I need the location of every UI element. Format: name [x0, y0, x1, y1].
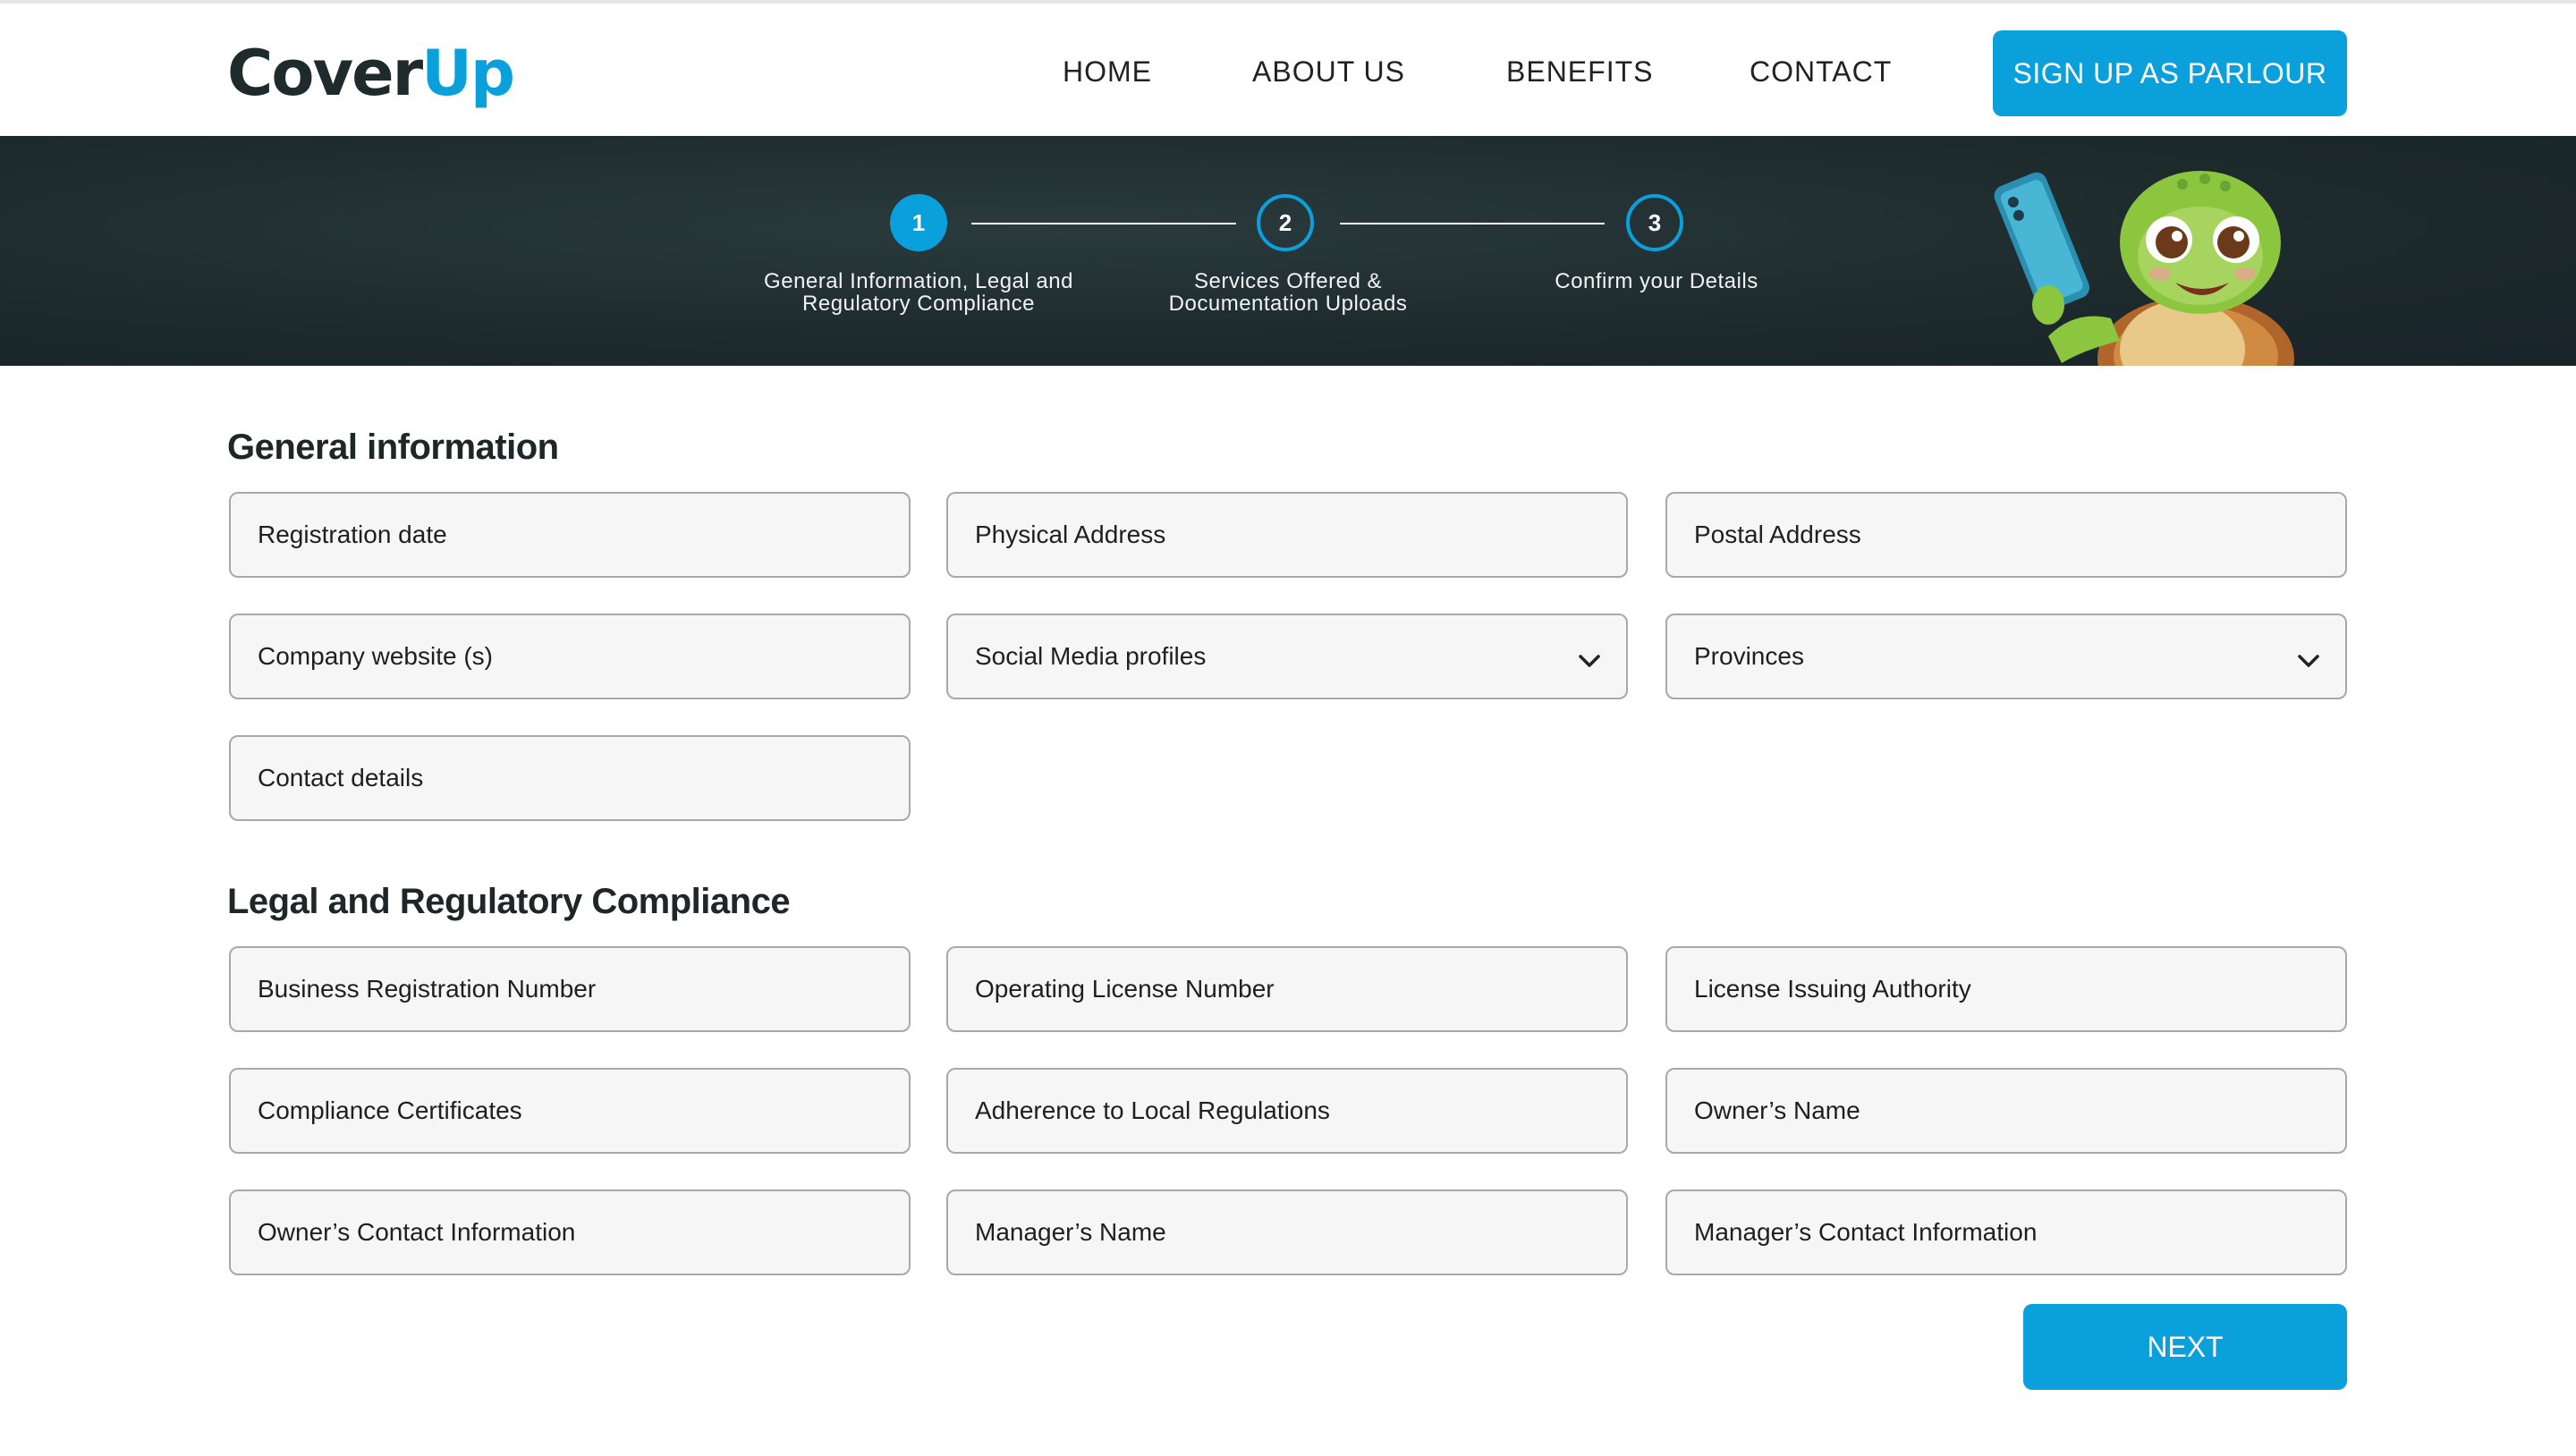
contact-details-field[interactable]: Contact details [229, 735, 911, 821]
social-media-profiles-dropdown[interactable]: Social Media profiles [946, 614, 1628, 699]
company-website-placeholder: Company website (s) [258, 642, 493, 670]
operating-license-number-field[interactable]: Operating License Number [946, 946, 1628, 1032]
turtle-mascot-icon [1994, 171, 2294, 366]
contact-details-placeholder: Contact details [258, 764, 424, 791]
provinces-dropdown[interactable]: Provinces [1665, 614, 2347, 699]
legal-regulatory-compliance-heading: Legal and Regulatory Compliance [227, 882, 791, 921]
nav-link-home[interactable]: HOME [1063, 54, 1152, 89]
step-3-circle[interactable]: 3 [1626, 194, 1683, 251]
registration-stepper-banner: 1 2 3 General Information, Legal and Reg… [0, 136, 2576, 366]
general-information-heading: General information [227, 427, 559, 467]
logo-text-cover: Cover [227, 37, 423, 110]
step-3-label: Confirm your Details [1487, 270, 1826, 292]
owners-contact-information-placeholder: Owner’s Contact Information [258, 1218, 576, 1246]
owners-name-field[interactable]: Owner’s Name [1665, 1068, 2347, 1154]
adherence-to-local-regulations-field[interactable]: Adherence to Local Regulations [946, 1068, 1628, 1154]
step-1-circle[interactable]: 1 [890, 194, 947, 251]
step-1-label-line1: General Information, Legal and [764, 269, 1073, 293]
compliance-certificates-field[interactable]: Compliance Certificates [229, 1068, 911, 1154]
managers-name-field[interactable]: Manager’s Name [946, 1189, 1628, 1275]
step-2-label-line2: Documentation Uploads [1168, 292, 1408, 316]
logo-text-up: Up [421, 37, 515, 110]
step-2-label: Services Offered & Documentation Uploads [1118, 270, 1458, 315]
nav-link-about-us[interactable]: ABOUT US [1252, 54, 1405, 89]
managers-contact-information-field[interactable]: Manager’s Contact Information [1665, 1189, 2347, 1275]
step-1-label: General Information, Legal and Regulator… [749, 270, 1089, 315]
postal-address-field[interactable]: Postal Address [1665, 492, 2347, 578]
social-media-profiles-placeholder: Social Media profiles [975, 642, 1207, 670]
step-connector-1-2 [971, 223, 1236, 224]
physical-address-placeholder: Physical Address [975, 521, 1166, 548]
compliance-certificates-placeholder: Compliance Certificates [258, 1096, 522, 1124]
managers-contact-information-placeholder: Manager’s Contact Information [1694, 1218, 2038, 1246]
chevron-down-icon [1579, 655, 1600, 667]
nav-link-benefits[interactable]: BENEFITS [1506, 54, 1653, 89]
business-registration-number-placeholder: Business Registration Number [258, 975, 597, 1003]
coverup-logo[interactable]: CoverUp [227, 30, 515, 116]
license-issuing-authority-field[interactable]: License Issuing Authority [1665, 946, 2347, 1032]
license-issuing-authority-placeholder: License Issuing Authority [1694, 975, 1971, 1003]
chevron-down-icon [2298, 655, 2319, 667]
business-registration-number-field[interactable]: Business Registration Number [229, 946, 911, 1032]
physical-address-field[interactable]: Physical Address [946, 492, 1628, 578]
step-connector-2-3 [1340, 223, 1605, 224]
step-2-label-line1: Services Offered & [1194, 269, 1382, 293]
sign-up-as-parlour-button[interactable]: SIGN UP AS PARLOUR [1993, 30, 2347, 116]
nav-link-contact[interactable]: CONTACT [1750, 54, 1892, 89]
company-website-field[interactable]: Company website (s) [229, 614, 911, 699]
top-navigation-bar: CoverUp HOME ABOUT US BENEFITS CONTACT S… [0, 0, 2576, 136]
step-1-label-line2: Regulatory Compliance [802, 292, 1035, 316]
postal-address-placeholder: Postal Address [1694, 521, 1861, 548]
owners-contact-information-field[interactable]: Owner’s Contact Information [229, 1189, 911, 1275]
managers-name-placeholder: Manager’s Name [975, 1218, 1166, 1246]
step-2-circle[interactable]: 2 [1257, 194, 1314, 251]
registration-date-placeholder: Registration date [258, 521, 447, 548]
step-3-label-line1: Confirm your Details [1555, 269, 1758, 293]
owners-name-placeholder: Owner’s Name [1694, 1096, 1860, 1124]
operating-license-number-placeholder: Operating License Number [975, 975, 1275, 1003]
registration-date-field[interactable]: Registration date [229, 492, 911, 578]
next-button[interactable]: NEXT [2023, 1304, 2347, 1390]
adherence-to-local-regulations-placeholder: Adherence to Local Regulations [975, 1096, 1330, 1124]
provinces-placeholder: Provinces [1694, 642, 1804, 670]
